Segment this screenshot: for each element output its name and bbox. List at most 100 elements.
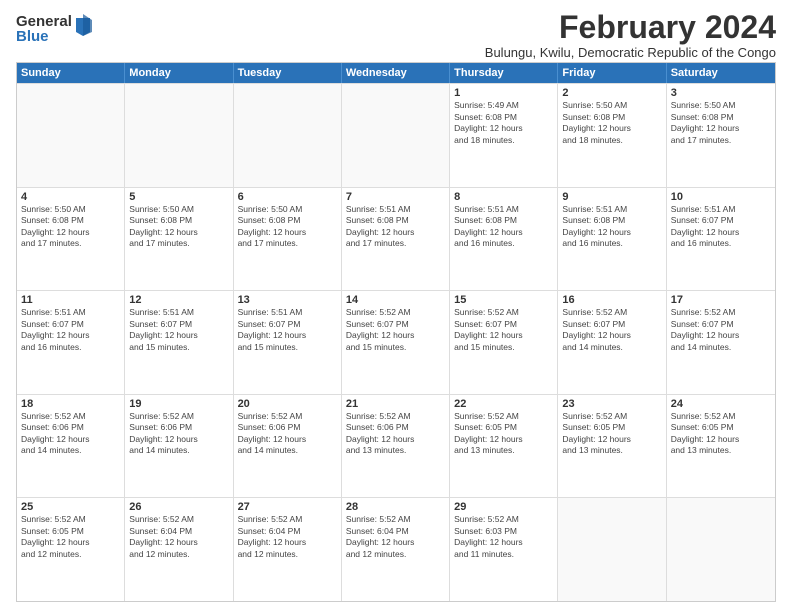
calendar-row: 11Sunrise: 5:51 AMSunset: 6:07 PMDayligh… — [17, 290, 775, 394]
calendar-cell: 29Sunrise: 5:52 AMSunset: 6:03 PMDayligh… — [450, 498, 558, 601]
day-info: Sunrise: 5:52 AMSunset: 6:06 PMDaylight:… — [21, 411, 120, 457]
day-number: 27 — [238, 501, 337, 513]
calendar-cell: 12Sunrise: 5:51 AMSunset: 6:07 PMDayligh… — [125, 291, 233, 394]
calendar-cell — [17, 84, 125, 187]
calendar-row: 4Sunrise: 5:50 AMSunset: 6:08 PMDaylight… — [17, 187, 775, 291]
day-info: Sunrise: 5:50 AMSunset: 6:08 PMDaylight:… — [562, 100, 661, 146]
header-cell-friday: Friday — [558, 63, 666, 83]
day-info: Sunrise: 5:52 AMSunset: 6:05 PMDaylight:… — [454, 411, 553, 457]
day-number: 9 — [562, 191, 661, 203]
logo-blue: Blue — [16, 29, 72, 44]
calendar-cell: 8Sunrise: 5:51 AMSunset: 6:08 PMDaylight… — [450, 188, 558, 291]
calendar-cell: 16Sunrise: 5:52 AMSunset: 6:07 PMDayligh… — [558, 291, 666, 394]
day-number: 6 — [238, 191, 337, 203]
calendar-cell: 2Sunrise: 5:50 AMSunset: 6:08 PMDaylight… — [558, 84, 666, 187]
day-info: Sunrise: 5:51 AMSunset: 6:07 PMDaylight:… — [671, 204, 771, 250]
day-info: Sunrise: 5:50 AMSunset: 6:08 PMDaylight:… — [238, 204, 337, 250]
page: General Blue February 2024 Bulungu, Kwil… — [0, 0, 792, 612]
day-number: 14 — [346, 294, 445, 306]
day-number: 19 — [129, 398, 228, 410]
day-info: Sunrise: 5:52 AMSunset: 6:03 PMDaylight:… — [454, 514, 553, 560]
calendar-body: 1Sunrise: 5:49 AMSunset: 6:08 PMDaylight… — [17, 83, 775, 601]
day-number: 15 — [454, 294, 553, 306]
calendar-cell: 4Sunrise: 5:50 AMSunset: 6:08 PMDaylight… — [17, 188, 125, 291]
day-info: Sunrise: 5:50 AMSunset: 6:08 PMDaylight:… — [671, 100, 771, 146]
day-info: Sunrise: 5:51 AMSunset: 6:07 PMDaylight:… — [21, 307, 120, 353]
day-number: 24 — [671, 398, 771, 410]
month-title: February 2024 — [485, 10, 776, 45]
calendar-row: 1Sunrise: 5:49 AMSunset: 6:08 PMDaylight… — [17, 83, 775, 187]
calendar-cell: 24Sunrise: 5:52 AMSunset: 6:05 PMDayligh… — [667, 395, 775, 498]
calendar-cell — [342, 84, 450, 187]
calendar-row: 18Sunrise: 5:52 AMSunset: 6:06 PMDayligh… — [17, 394, 775, 498]
calendar-cell: 20Sunrise: 5:52 AMSunset: 6:06 PMDayligh… — [234, 395, 342, 498]
calendar-cell: 27Sunrise: 5:52 AMSunset: 6:04 PMDayligh… — [234, 498, 342, 601]
calendar-cell: 3Sunrise: 5:50 AMSunset: 6:08 PMDaylight… — [667, 84, 775, 187]
day-number: 16 — [562, 294, 661, 306]
day-number: 28 — [346, 501, 445, 513]
calendar-cell: 25Sunrise: 5:52 AMSunset: 6:05 PMDayligh… — [17, 498, 125, 601]
logo: General Blue — [16, 14, 92, 44]
day-number: 13 — [238, 294, 337, 306]
day-info: Sunrise: 5:52 AMSunset: 6:04 PMDaylight:… — [129, 514, 228, 560]
day-info: Sunrise: 5:51 AMSunset: 6:08 PMDaylight:… — [562, 204, 661, 250]
header-cell-saturday: Saturday — [667, 63, 775, 83]
calendar-header: SundayMondayTuesdayWednesdayThursdayFrid… — [17, 63, 775, 83]
day-number: 8 — [454, 191, 553, 203]
calendar-cell: 21Sunrise: 5:52 AMSunset: 6:06 PMDayligh… — [342, 395, 450, 498]
day-number: 20 — [238, 398, 337, 410]
day-number: 23 — [562, 398, 661, 410]
day-info: Sunrise: 5:52 AMSunset: 6:06 PMDaylight:… — [238, 411, 337, 457]
day-number: 18 — [21, 398, 120, 410]
calendar-cell — [558, 498, 666, 601]
day-info: Sunrise: 5:52 AMSunset: 6:05 PMDaylight:… — [562, 411, 661, 457]
day-info: Sunrise: 5:52 AMSunset: 6:04 PMDaylight:… — [238, 514, 337, 560]
calendar-cell: 9Sunrise: 5:51 AMSunset: 6:08 PMDaylight… — [558, 188, 666, 291]
calendar-cell: 7Sunrise: 5:51 AMSunset: 6:08 PMDaylight… — [342, 188, 450, 291]
day-info: Sunrise: 5:52 AMSunset: 6:04 PMDaylight:… — [346, 514, 445, 560]
day-info: Sunrise: 5:52 AMSunset: 6:07 PMDaylight:… — [346, 307, 445, 353]
day-info: Sunrise: 5:52 AMSunset: 6:05 PMDaylight:… — [21, 514, 120, 560]
subtitle: Bulungu, Kwilu, Democratic Republic of t… — [485, 45, 776, 60]
calendar-cell: 1Sunrise: 5:49 AMSunset: 6:08 PMDaylight… — [450, 84, 558, 187]
calendar-cell: 13Sunrise: 5:51 AMSunset: 6:07 PMDayligh… — [234, 291, 342, 394]
day-info: Sunrise: 5:51 AMSunset: 6:08 PMDaylight:… — [346, 204, 445, 250]
day-info: Sunrise: 5:52 AMSunset: 6:06 PMDaylight:… — [346, 411, 445, 457]
calendar-cell — [234, 84, 342, 187]
day-number: 11 — [21, 294, 120, 306]
day-info: Sunrise: 5:50 AMSunset: 6:08 PMDaylight:… — [21, 204, 120, 250]
day-number: 3 — [671, 87, 771, 99]
day-info: Sunrise: 5:52 AMSunset: 6:07 PMDaylight:… — [562, 307, 661, 353]
calendar-cell: 26Sunrise: 5:52 AMSunset: 6:04 PMDayligh… — [125, 498, 233, 601]
day-number: 1 — [454, 87, 553, 99]
day-info: Sunrise: 5:52 AMSunset: 6:06 PMDaylight:… — [129, 411, 228, 457]
day-info: Sunrise: 5:52 AMSunset: 6:05 PMDaylight:… — [671, 411, 771, 457]
calendar-cell: 22Sunrise: 5:52 AMSunset: 6:05 PMDayligh… — [450, 395, 558, 498]
day-number: 4 — [21, 191, 120, 203]
calendar-row: 25Sunrise: 5:52 AMSunset: 6:05 PMDayligh… — [17, 497, 775, 601]
calendar-cell: 6Sunrise: 5:50 AMSunset: 6:08 PMDaylight… — [234, 188, 342, 291]
day-info: Sunrise: 5:52 AMSunset: 6:07 PMDaylight:… — [671, 307, 771, 353]
calendar-cell — [125, 84, 233, 187]
day-number: 17 — [671, 294, 771, 306]
calendar-cell: 10Sunrise: 5:51 AMSunset: 6:07 PMDayligh… — [667, 188, 775, 291]
day-number: 5 — [129, 191, 228, 203]
logo-icon — [74, 14, 92, 36]
header: General Blue February 2024 Bulungu, Kwil… — [16, 10, 776, 60]
day-number: 25 — [21, 501, 120, 513]
day-number: 29 — [454, 501, 553, 513]
calendar-cell: 19Sunrise: 5:52 AMSunset: 6:06 PMDayligh… — [125, 395, 233, 498]
logo-general: General — [16, 14, 72, 29]
day-info: Sunrise: 5:51 AMSunset: 6:08 PMDaylight:… — [454, 204, 553, 250]
day-number: 12 — [129, 294, 228, 306]
day-info: Sunrise: 5:51 AMSunset: 6:07 PMDaylight:… — [129, 307, 228, 353]
header-cell-thursday: Thursday — [450, 63, 558, 83]
header-cell-tuesday: Tuesday — [234, 63, 342, 83]
day-info: Sunrise: 5:52 AMSunset: 6:07 PMDaylight:… — [454, 307, 553, 353]
calendar-cell — [667, 498, 775, 601]
day-number: 26 — [129, 501, 228, 513]
day-number: 21 — [346, 398, 445, 410]
header-cell-monday: Monday — [125, 63, 233, 83]
calendar-cell: 28Sunrise: 5:52 AMSunset: 6:04 PMDayligh… — [342, 498, 450, 601]
calendar-cell: 14Sunrise: 5:52 AMSunset: 6:07 PMDayligh… — [342, 291, 450, 394]
